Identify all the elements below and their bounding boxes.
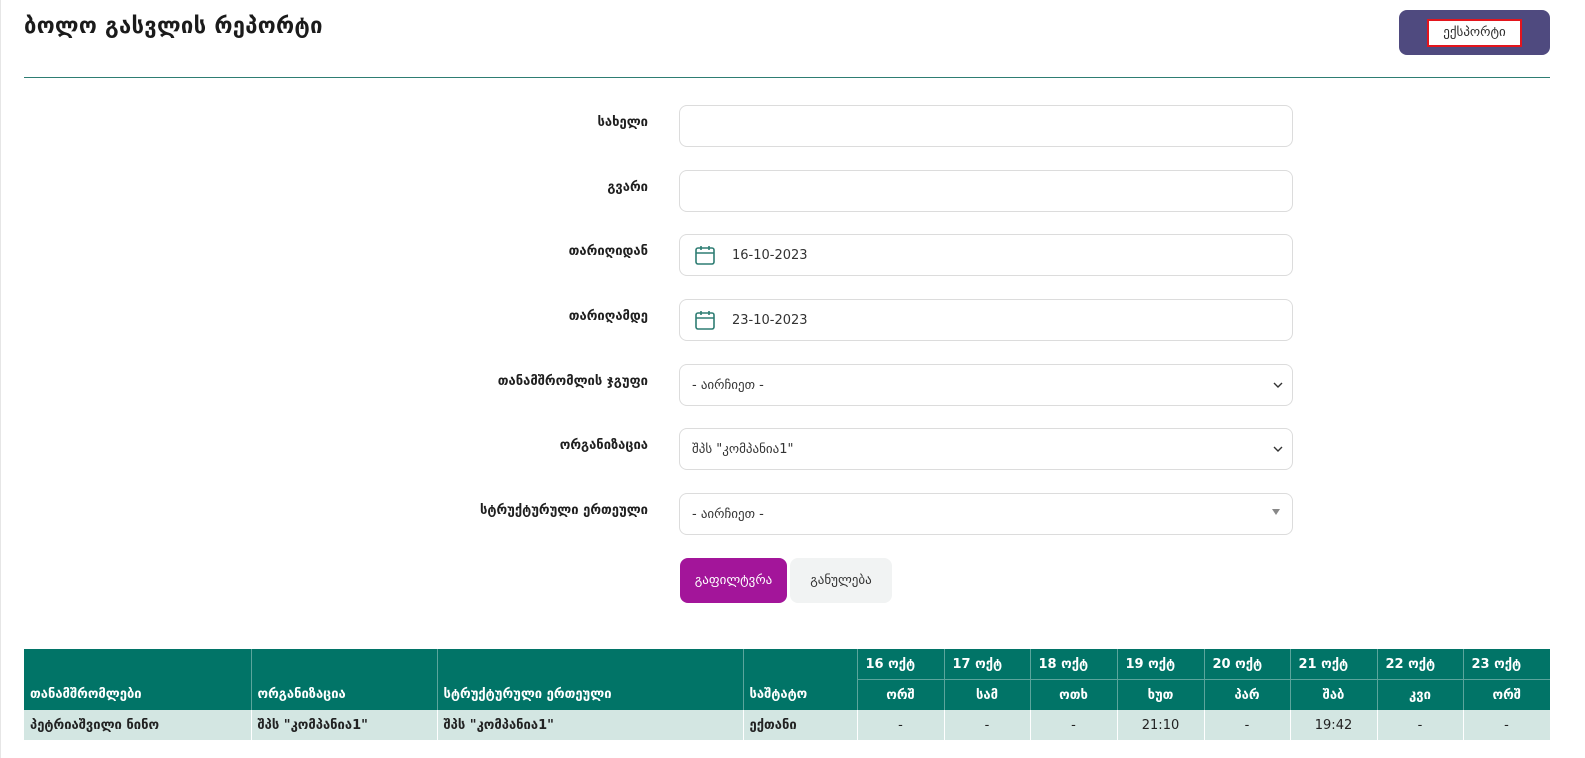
structural-unit-select[interactable]: - აირჩიეთ -	[679, 493, 1293, 535]
organization-value: შპს "კომპანია1"	[692, 441, 794, 457]
column-header-day: ოთხ	[1030, 679, 1118, 710]
column-header-employees[interactable]: თანამშრომლები	[24, 649, 252, 710]
cell-time: -	[1030, 710, 1118, 740]
reset-button[interactable]: განულება	[790, 558, 892, 603]
date-from-input[interactable]: 16-10-2023	[679, 234, 1293, 276]
form-row-organization: ორგანიზაცია შპს "კომპანია1"	[24, 428, 1569, 472]
employee-group-label: თანამშრომლის ჯგუფი	[497, 374, 648, 389]
form-row-date-to: თარიღამდე 23-10-2023	[24, 299, 1569, 343]
cell-time: -	[1377, 710, 1464, 740]
page-left-border	[0, 0, 1, 758]
date-to-value: 23-10-2023	[732, 312, 808, 328]
cell-employee: პეტრიაშვილი ნინო	[24, 710, 252, 740]
date-to-label: თარიღამდე	[568, 309, 648, 324]
column-header-date: 17 ოქტ	[944, 649, 1031, 680]
table-header-row: თანამშრომლები ორგანიზაცია სტრუქტურული ერ…	[24, 649, 1550, 710]
form-row-last-name: გვარი	[24, 170, 1569, 214]
column-header-day: კვი	[1377, 679, 1464, 710]
date-from-label: თარიღიდან	[568, 244, 648, 259]
calendar-icon	[695, 246, 715, 265]
header-divider	[24, 77, 1550, 78]
form-row-date-from: თარიღიდან 16-10-2023	[24, 234, 1569, 278]
chevron-down-icon	[1273, 382, 1283, 388]
page-title: ბოლო გასვლის რეპორტი	[24, 14, 323, 39]
chevron-down-icon	[1273, 446, 1283, 452]
structural-unit-value: - აირჩიეთ -	[692, 506, 764, 522]
employee-group-select[interactable]: - აირჩიეთ -	[679, 364, 1293, 406]
export-button[interactable]: ექსპორტი	[1399, 10, 1550, 55]
cell-time: 19:42	[1290, 710, 1378, 740]
form-row-first-name: სახელი	[24, 105, 1569, 149]
cell-time: -	[1204, 710, 1291, 740]
export-button-label: ექსპორტი	[1427, 18, 1522, 47]
first-name-input[interactable]	[679, 105, 1293, 147]
date-to-input[interactable]: 23-10-2023	[679, 299, 1293, 341]
column-header-day: სამ	[944, 679, 1031, 710]
employee-group-value: - აირჩიეთ -	[692, 377, 764, 393]
column-header-date: 16 ოქტ	[857, 649, 945, 680]
column-header-organization[interactable]: ორგანიზაცია	[251, 649, 438, 710]
column-header-day: შაბ	[1290, 679, 1378, 710]
form-row-structural-unit: სტრუქტურული ერთეული - აირჩიეთ -	[24, 493, 1569, 537]
organization-select[interactable]: შპს "კომპანია1"	[679, 428, 1293, 470]
column-header-unit[interactable]: სტრუქტურული ერთეული	[437, 649, 744, 710]
report-table: თანამშრომლები ორგანიზაცია სტრუქტურული ერ…	[24, 649, 1551, 740]
structural-unit-label: სტრუქტურული ერთეული	[479, 503, 648, 518]
column-header-day: ორშ	[857, 679, 945, 710]
report-page: ბოლო გასვლის რეპორტი ექსპორტი სახელი გვა…	[24, 0, 1569, 758]
column-header-date: 20 ოქტ	[1204, 649, 1291, 680]
cell-unit: შპს "კომპანია1"	[437, 710, 744, 740]
form-row-employee-group: თანამშრომლის ჯგუფი - აირჩიეთ -	[24, 364, 1569, 408]
column-header-date: 23 ოქტ	[1463, 649, 1550, 680]
column-header-date: 21 ოქტ	[1290, 649, 1378, 680]
last-name-label: გვარი	[607, 180, 648, 195]
column-header-date: 22 ოქტ	[1377, 649, 1464, 680]
organization-label: ორგანიზაცია	[559, 438, 648, 453]
cell-time: -	[857, 710, 945, 740]
date-from-value: 16-10-2023	[732, 247, 808, 263]
caret-down-icon	[1272, 509, 1280, 515]
column-header-day: ორშ	[1463, 679, 1550, 710]
cell-time: -	[944, 710, 1031, 740]
last-name-input[interactable]	[679, 170, 1293, 212]
first-name-label: სახელი	[597, 115, 648, 130]
column-header-date: 19 ოქტ	[1117, 649, 1205, 680]
filter-button[interactable]: გაფილტვრა	[680, 558, 787, 603]
column-header-date: 18 ოქტ	[1030, 649, 1118, 680]
column-header-day: პარ	[1204, 679, 1291, 710]
cell-staff: ექთანი	[743, 710, 858, 740]
column-header-staff[interactable]: საშტატო	[743, 649, 858, 710]
cell-time: 21:10	[1117, 710, 1205, 740]
table-row[interactable]: პეტრიაშვილი ნინო შპს "კომპანია1" შპს "კო…	[24, 710, 1551, 740]
calendar-icon	[695, 311, 715, 330]
cell-time: -	[1463, 710, 1551, 740]
cell-organization: შპს "კომპანია1"	[251, 710, 438, 740]
column-header-day: ხუთ	[1117, 679, 1205, 710]
